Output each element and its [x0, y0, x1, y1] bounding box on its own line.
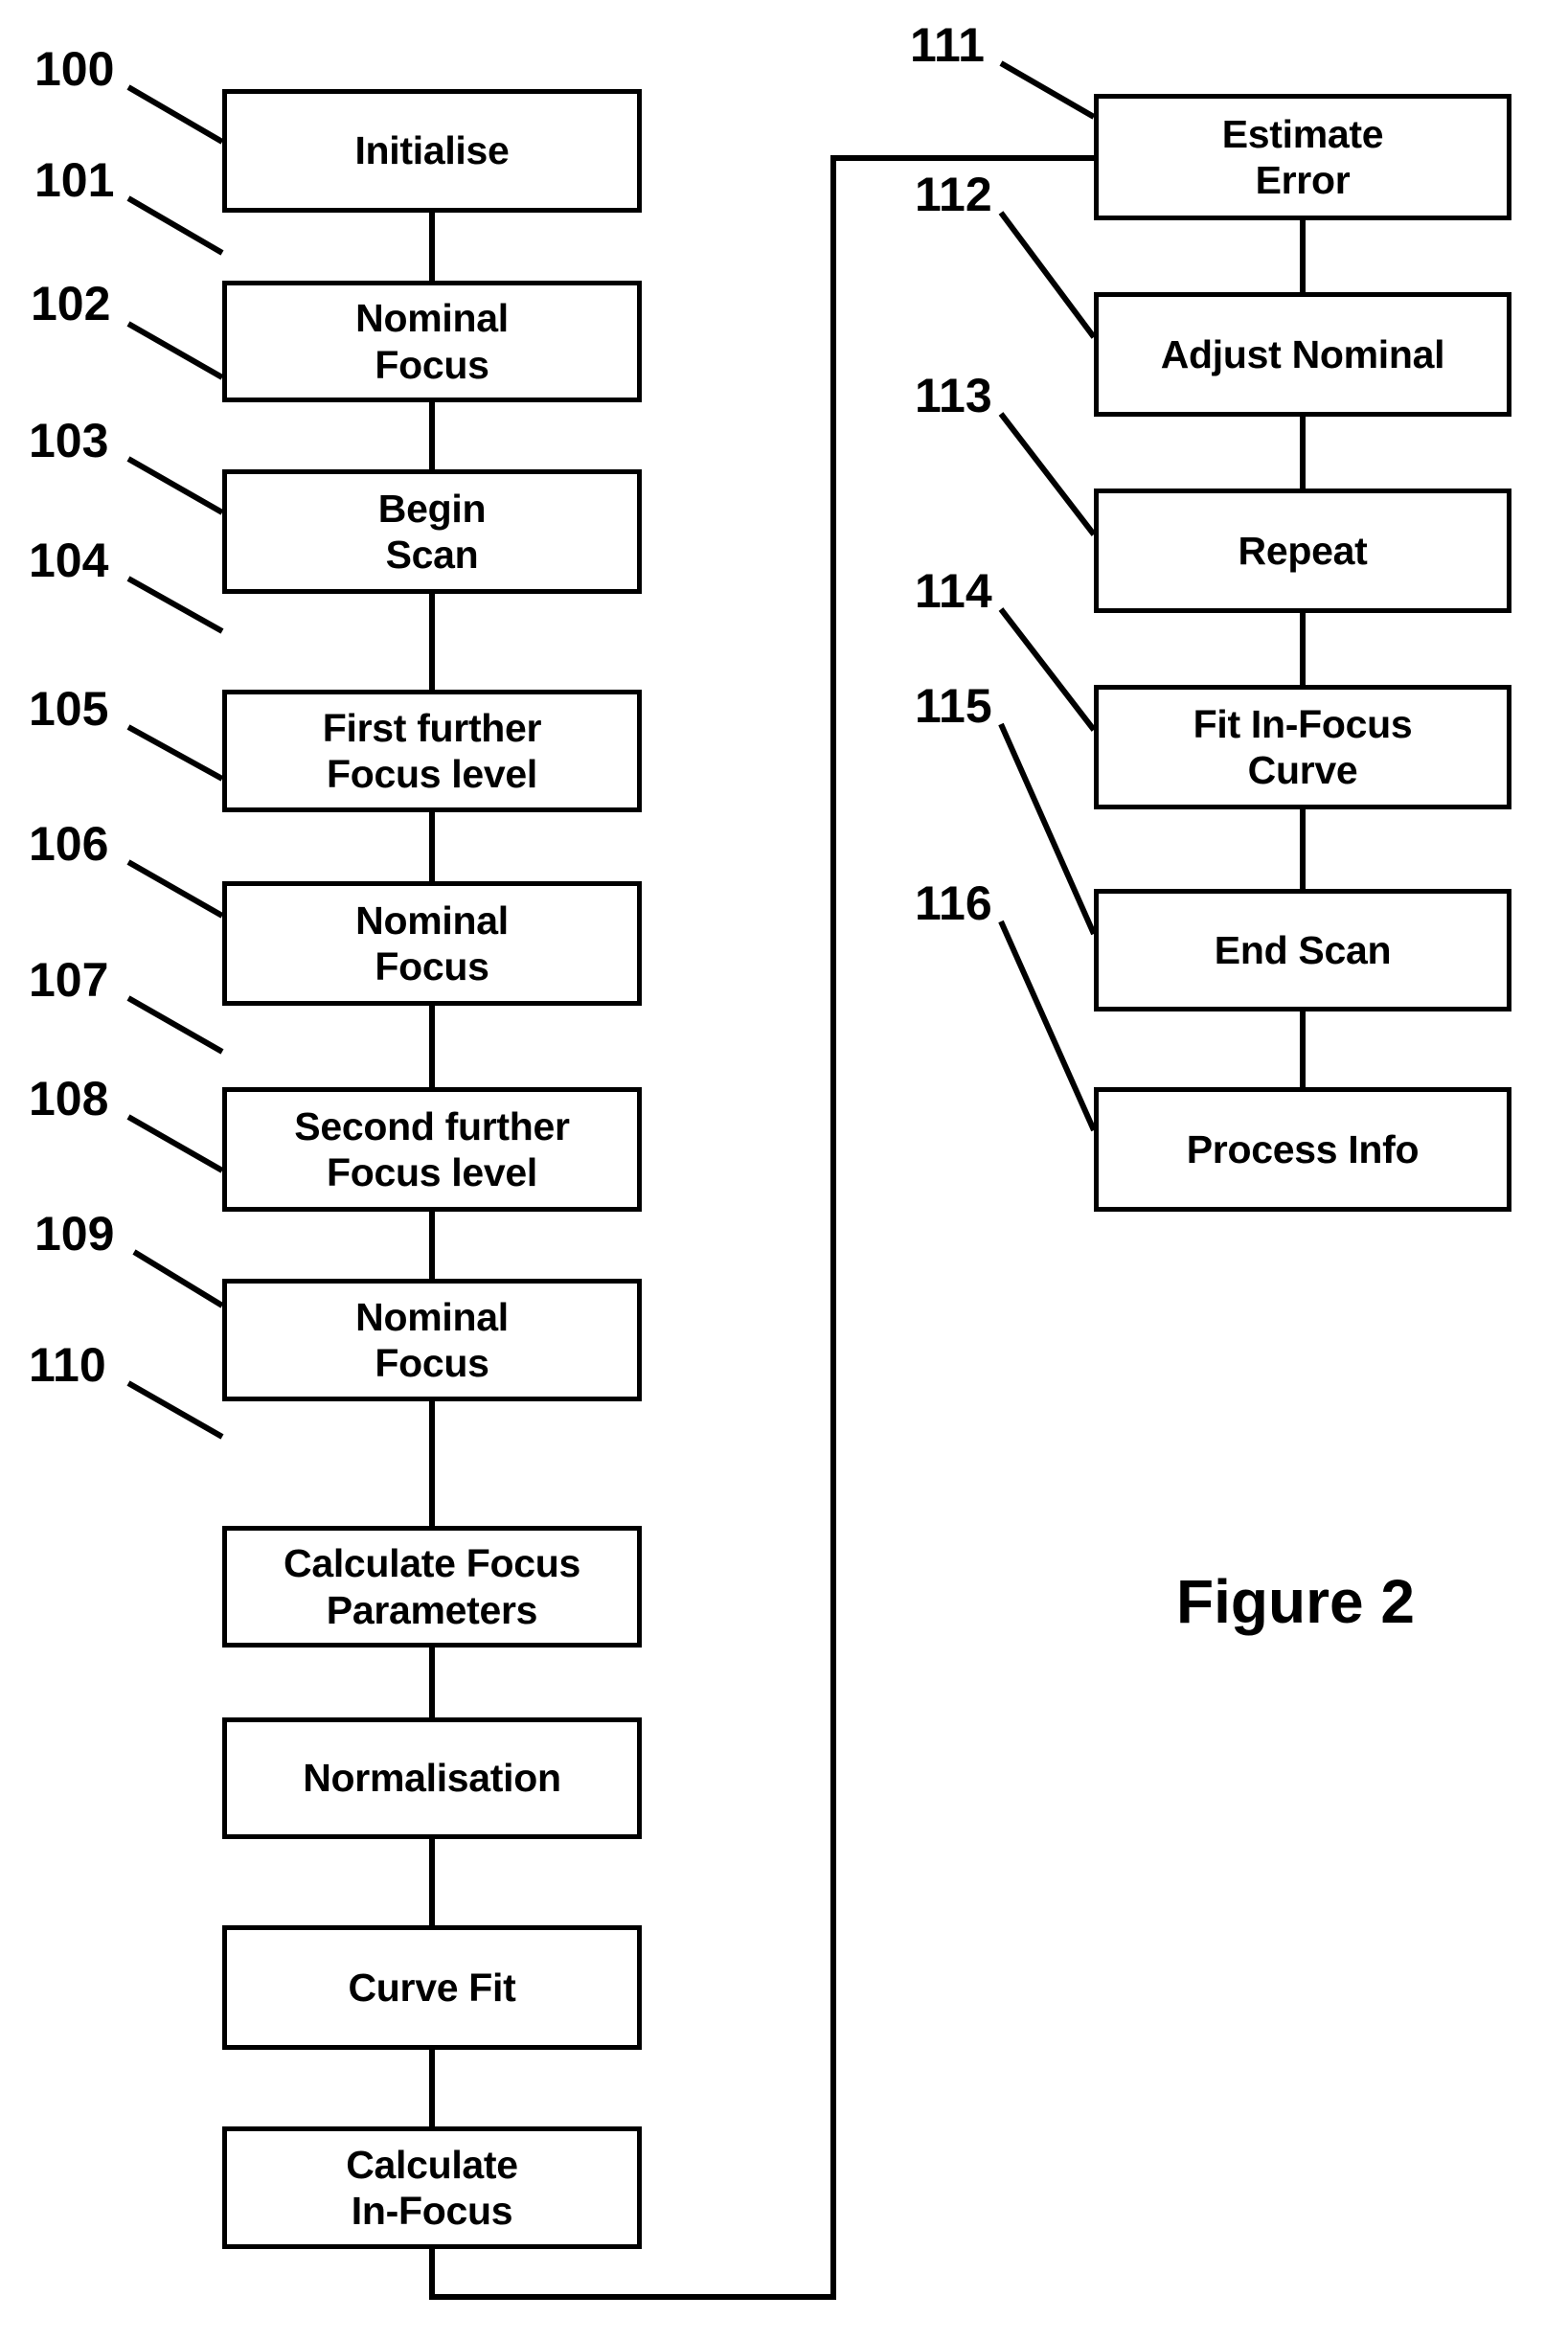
box-label-line: First further — [322, 705, 542, 750]
process-box-103[interactable]: First further Focus level — [222, 690, 642, 812]
box-label-line: Repeat — [1238, 528, 1368, 573]
process-box-107[interactable]: Calculate Focus Parameters — [222, 1526, 642, 1648]
box-label-line: Process Info — [1186, 1126, 1420, 1171]
ref-number-101: 101 — [34, 153, 115, 207]
process-box-106[interactable]: Nominal Focus — [222, 1279, 642, 1401]
process-box-108[interactable]: Normalisation — [222, 1717, 642, 1839]
box-label-line: End Scan — [1214, 927, 1392, 972]
process-box-113[interactable]: Repeat — [1094, 489, 1511, 613]
box-label-line: Normalisation — [303, 1756, 561, 1801]
box-label-line: Parameters — [326, 1587, 538, 1632]
connector-115-116 — [1300, 1011, 1306, 1087]
process-box-110[interactable]: Calculate In-Focus — [222, 2126, 642, 2249]
ref-number-113: 113 — [915, 369, 992, 422]
box-label-line: Scan — [385, 533, 479, 577]
ref-number-112: 112 — [915, 168, 992, 221]
box-label-line: Nominal — [355, 296, 509, 341]
box-label-line: Focus level — [326, 752, 537, 796]
box-label-line: Adjust Nominal — [1160, 331, 1445, 376]
box-label-line: Curve Fit — [348, 1965, 516, 2010]
connector-108-109 — [429, 1839, 435, 1925]
box-label-line: Nominal — [355, 1294, 509, 1339]
box-label-line: Curve — [1247, 748, 1358, 792]
box-label-line: Calculate — [346, 2142, 518, 2187]
process-box-100[interactable]: Initialise — [222, 89, 642, 213]
ref-number-114: 114 — [915, 564, 992, 618]
box-label-line: Focus — [375, 1341, 489, 1385]
process-box-115[interactable]: End Scan — [1094, 889, 1511, 1011]
connector-106-107 — [429, 1401, 435, 1526]
figure-caption: Figure 2 — [1176, 1567, 1415, 1636]
ref-number-107: 107 — [29, 953, 109, 1007]
ref-number-115: 115 — [915, 679, 992, 733]
figure-2-flowchart: 100 101 102 103 104 105 106 107 108 109 … — [0, 0, 1568, 2341]
process-box-114[interactable]: Fit In-Focus Curve — [1094, 685, 1511, 809]
ref-number-110: 110 — [29, 1338, 106, 1392]
process-box-109[interactable]: Curve Fit — [222, 1925, 642, 2050]
process-box-116[interactable]: Process Info — [1094, 1087, 1511, 1212]
box-label-line: Error — [1255, 158, 1351, 202]
box-label-line: Focus — [375, 342, 489, 387]
ref-number-116: 116 — [915, 876, 992, 930]
ref-number-105: 105 — [29, 682, 109, 736]
box-label-line: Begin — [377, 486, 487, 531]
ref-number-103: 103 — [29, 414, 109, 467]
process-box-111[interactable]: Estimate Error — [1094, 94, 1511, 220]
ref-number-106: 106 — [29, 817, 109, 871]
box-label-line: Second further — [294, 1103, 570, 1148]
ref-number-102: 102 — [31, 277, 111, 330]
process-box-102[interactable]: Begin Scan — [222, 469, 642, 594]
box-label-line: Focus level — [326, 1150, 537, 1194]
box-label-line: Fit In-Focus — [1193, 701, 1413, 746]
connector-111-112 — [1300, 220, 1306, 292]
connector-112-113 — [1300, 417, 1306, 489]
box-label-line: Focus — [375, 944, 489, 989]
ref-number-104: 104 — [29, 534, 109, 587]
process-box-104[interactable]: Nominal Focus — [222, 881, 642, 1006]
box-label-line: Initialise — [354, 128, 510, 173]
connector-113-114 — [1300, 613, 1306, 685]
ref-number-100: 100 — [34, 42, 115, 96]
ref-number-111: 111 — [910, 18, 985, 72]
process-box-105[interactable]: Second further Focus level — [222, 1087, 642, 1212]
box-label-line: Calculate Focus — [284, 1541, 580, 1586]
box-label-line: In-Focus — [351, 2189, 513, 2233]
ref-number-108: 108 — [29, 1072, 109, 1125]
box-label-line: Nominal — [355, 898, 509, 943]
ref-number-109: 109 — [34, 1207, 115, 1261]
connector-114-115 — [1300, 809, 1306, 889]
connector-107-108 — [429, 1648, 435, 1717]
process-box-112[interactable]: Adjust Nominal — [1094, 292, 1511, 417]
connector-109-110 — [429, 2050, 435, 2126]
process-box-101[interactable]: Nominal Focus — [222, 281, 642, 402]
box-label-line: Estimate — [1221, 111, 1384, 156]
